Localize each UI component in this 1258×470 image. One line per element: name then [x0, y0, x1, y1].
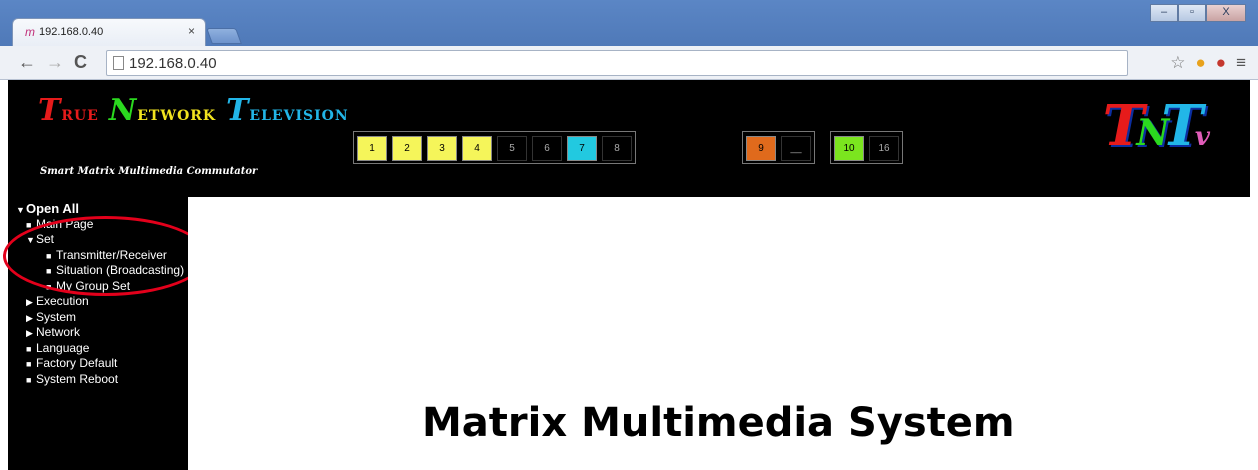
minimize-button[interactable]: – [1150, 4, 1178, 22]
bullet-icon: ■ [26, 359, 32, 369]
logo-word: TELEVISION [226, 93, 349, 128]
close-window-button[interactable]: X [1206, 4, 1246, 22]
expand-arrow-icon: ▼ [16, 205, 25, 215]
forward-arrow-icon[interactable]: → [46, 52, 64, 73]
channel-button[interactable]: 5 [497, 136, 527, 161]
logo-rest: ETWORK [137, 108, 217, 124]
bullet-icon: ■ [46, 281, 52, 292]
channel-button[interactable]: 7 [567, 136, 597, 161]
tntv-logo: TNTv [1103, 98, 1210, 154]
logo-initial: T [226, 93, 250, 128]
collapse-arrow-icon: ▶ [26, 328, 33, 338]
logo-word: NETWORK [109, 93, 217, 128]
channel-button-group-2: 9 __ [742, 131, 815, 164]
browser-tab[interactable]: m 192.168.0.40 × [12, 18, 206, 46]
logo-initial: T [38, 93, 62, 128]
sidebar-item-label: System Reboot [36, 371, 119, 386]
brand-letter: T [1161, 93, 1203, 159]
menu-icon[interactable]: ≡ [1236, 53, 1246, 73]
extension-icon[interactable]: ● [1196, 53, 1206, 73]
logo-rest: RUE [61, 108, 99, 124]
window-controls: – ▫ X [1150, 4, 1246, 22]
sidebar-item[interactable]: ▼Set [26, 232, 54, 248]
main-content: Matrix Multimedia System [188, 197, 1250, 470]
page-title: Matrix Multimedia System [422, 400, 1015, 446]
bullet-icon: ■ [26, 343, 32, 354]
sidebar-item-label: Set [36, 232, 55, 246]
tab-title: 192.168.0.40 [39, 26, 104, 38]
sidebar-item-label: Factory Default [36, 356, 118, 370]
sidebar-item[interactable]: ■ System Reboot [26, 372, 118, 388]
sidebar-item[interactable]: ▼Open All [16, 201, 79, 218]
sidebar-item[interactable]: ■ Main Page [26, 217, 93, 233]
channel-button[interactable]: 16 [869, 136, 899, 161]
logo-word: TRUE [38, 93, 99, 128]
channel-button-group-3: 10 16 [830, 131, 903, 164]
reload-icon[interactable]: C [74, 52, 87, 73]
channel-button[interactable]: 4 [462, 136, 492, 161]
sidebar-item[interactable]: ■ Situation (Broadcasting) [46, 263, 184, 279]
collapse-arrow-icon: ▶ [26, 297, 33, 307]
sidebar-item-label: Transmitter/Receiver [56, 247, 167, 262]
sidebar-item[interactable]: ■ Language [26, 341, 89, 357]
sidebar-menu: ▼Open All ■ Main Page ▼Set ■ Transmitter/Rece… [8, 197, 188, 470]
logo: TRUE NETWORK TELEVISION [38, 93, 359, 128]
tab-favicon-icon: m [25, 25, 35, 39]
sidebar-item[interactable]: ▶ Execution [26, 294, 89, 310]
sidebar-item-label: Execution [36, 294, 89, 308]
collapse-arrow-icon: ▶ [26, 312, 33, 323]
expand-arrow-icon: ▼ [26, 235, 35, 245]
bullet-icon: ■ [46, 250, 52, 261]
page-icon [113, 56, 124, 70]
bookmark-star-icon[interactable]: ☆ [1170, 53, 1185, 73]
brand-letter: N [1136, 112, 1169, 154]
browser-toolbar: ← → C 192.168.0.40 ☆ ● ● ≡ [0, 46, 1258, 80]
sidebar-item-label: Language [36, 340, 90, 355]
channel-button[interactable]: __ [781, 136, 811, 161]
sidebar-item-label: My Group Set [56, 278, 131, 293]
channel-button[interactable]: 2 [392, 136, 422, 161]
tagline: Smart Matrix Multimedia Commutator [40, 166, 258, 177]
channel-button[interactable]: 9 [746, 136, 776, 161]
sidebar-item-label: System [36, 309, 77, 324]
channel-button[interactable]: 8 [602, 136, 632, 161]
sidebar-item-label: Main Page [36, 216, 94, 231]
sidebar-item-label: Network [36, 325, 81, 339]
channel-button[interactable]: 6 [532, 136, 562, 161]
sidebar-item[interactable]: ■ Factory Default [26, 356, 117, 372]
sidebar-item[interactable]: ■ Transmitter/Receiver [46, 248, 167, 264]
logo-rest: ELEVISION [249, 108, 349, 124]
tab-close-icon[interactable]: × [188, 24, 195, 38]
brand-letter: T [1102, 93, 1145, 159]
extension-icon-2[interactable]: ● [1216, 53, 1226, 73]
url-text: 192.168.0.40 [129, 55, 217, 72]
sidebar-item-label: Open All [26, 201, 79, 216]
sidebar-item[interactable]: ▶ System [26, 310, 76, 326]
back-arrow-icon[interactable]: ← [18, 52, 36, 73]
logo-initial: N [108, 93, 138, 128]
sidebar-item-label: Situation (Broadcasting) [56, 263, 185, 277]
browser-titlebar: m 192.168.0.40 × – ▫ X [0, 0, 1258, 46]
address-bar[interactable]: 192.168.0.40 [106, 50, 1128, 76]
sidebar-item[interactable]: ▶ Network [26, 325, 80, 341]
maximize-button[interactable]: ▫ [1178, 4, 1206, 22]
bullet-icon: ■ [46, 266, 52, 276]
bullet-icon: ■ [26, 219, 32, 230]
bullet-icon: ■ [26, 374, 32, 385]
new-tab-button[interactable] [206, 28, 242, 44]
channel-button[interactable]: 3 [427, 136, 457, 161]
channel-button[interactable]: 10 [834, 136, 864, 161]
channel-button[interactable]: 1 [357, 136, 387, 161]
brand-letter: v [1194, 122, 1210, 152]
channel-button-group: 12345678 [353, 131, 636, 164]
sidebar-item[interactable]: ■ My Group Set [46, 279, 130, 295]
page-header: TRUE NETWORK TELEVISION Smart Matrix Multi… [8, 80, 1250, 197]
